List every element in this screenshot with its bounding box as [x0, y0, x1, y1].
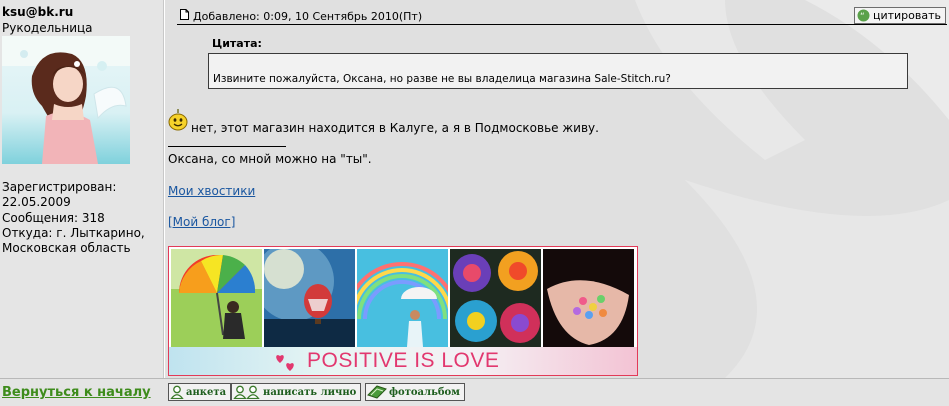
- avatar: [2, 36, 130, 164]
- signature-text: Оксана, со мной можно на "ты".: [168, 152, 372, 166]
- location-line1: Откуда: г. Лыткарино,: [2, 225, 145, 240]
- message-count: Сообщения: 318: [2, 210, 105, 225]
- page-icon: [180, 9, 189, 20]
- quote-title: Цитата:: [212, 37, 262, 50]
- quote-icon: “: [857, 9, 870, 22]
- banner-photos: [171, 249, 635, 347]
- banner-caption-strip: POSITIVE IS LOVE: [169, 347, 637, 375]
- banner-photo-rainbow: [357, 249, 448, 347]
- banner-photo-candy: [543, 249, 634, 347]
- banner-text: POSITIVE IS LOVE: [307, 349, 500, 372]
- post-header: Добавлено: 0:09, 10 Сентябрь 2010(Пт) “ …: [177, 6, 947, 25]
- banner-photo-balloon: [264, 249, 355, 347]
- user-icon: [170, 385, 184, 399]
- banner-photo-roses: [450, 249, 541, 347]
- hearts-icon: [276, 355, 294, 371]
- registered-label: Зарегистрирован:: [2, 180, 117, 194]
- signature-banner[interactable]: POSITIVE IS LOVE: [168, 246, 638, 376]
- signature-divider: [168, 146, 286, 147]
- quote-button[interactable]: “ цитировать: [853, 7, 946, 24]
- users-icon: [233, 385, 260, 399]
- registered-date: 22.05.2009: [2, 195, 71, 210]
- author-panel: ksu@bk.ru Рукодельница Зарегистрирован: …: [0, 0, 164, 378]
- author-username[interactable]: ksu@bk.ru: [2, 5, 73, 19]
- profile-button[interactable]: анкета: [168, 383, 232, 401]
- post-date: Добавлено: 0:09, 10 Сентябрь 2010(Пт): [193, 10, 423, 23]
- photo-album-button[interactable]: фотоальбом: [365, 383, 465, 401]
- quote-text: Извините пожалуйста, Оксана, но разве не…: [213, 73, 671, 85]
- quote-box: Извините пожалуйста, Оксана, но разве не…: [208, 53, 908, 89]
- quote-button-label: цитировать: [872, 8, 941, 22]
- author-rank: Рукодельница: [2, 21, 93, 35]
- banner-photo-umbrella: [171, 249, 262, 347]
- svg-text:“: “: [860, 12, 865, 22]
- link-tails[interactable]: Мои хвостики: [168, 184, 255, 198]
- post-body: Добавлено: 0:09, 10 Сентябрь 2010(Пт) “ …: [165, 0, 949, 378]
- reply-text: нет, этот магазин находится в Калуге, а …: [191, 121, 599, 135]
- private-message-button[interactable]: написать лично: [231, 383, 362, 401]
- back-to-top-link[interactable]: Вернуться к началу: [2, 385, 151, 400]
- location-line2: Московская область: [2, 241, 131, 256]
- forum-post: ksu@bk.ru Рукодельница Зарегистрирован: …: [0, 0, 949, 406]
- smiley-icon: [168, 109, 188, 131]
- author-details: Зарегистрирован: 22.05.2009 Сообщения: 3…: [2, 180, 145, 256]
- album-icon: [367, 385, 387, 399]
- link-blog[interactable]: [Мой блог]: [168, 215, 235, 229]
- private-message-button-label: написать лично: [263, 386, 357, 398]
- profile-button-label: анкета: [186, 386, 227, 398]
- photo-album-button-label: фотоальбом: [389, 386, 460, 398]
- post-footer: Вернуться к началу анкета написать лично: [0, 378, 949, 406]
